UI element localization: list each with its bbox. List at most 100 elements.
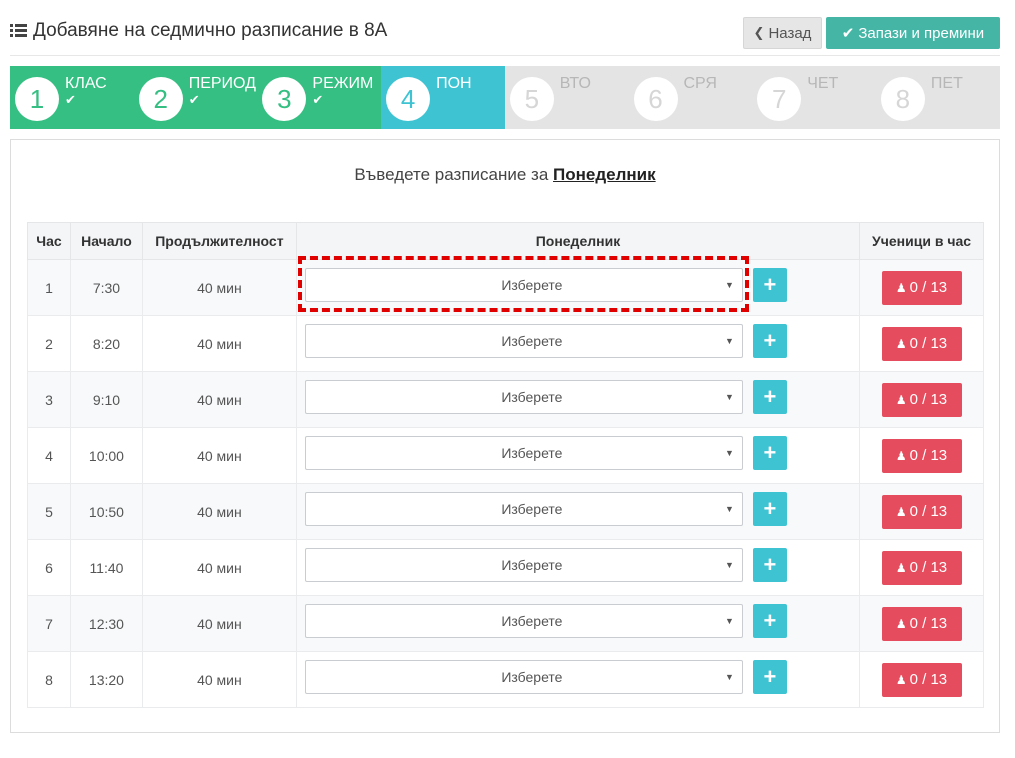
wizard-step-7[interactable]: 7 ЧЕТ: [752, 66, 876, 129]
wizard-step-4[interactable]: 4 ПОН: [381, 66, 506, 129]
cell-students: ♟ 0 / 13: [859, 259, 984, 316]
subject-select-placeholder: Изберете: [501, 613, 563, 629]
subject-select-placeholder: Изберете: [501, 277, 563, 293]
plus-icon: +: [763, 608, 777, 633]
cell-students: ♟ 0 / 13: [859, 483, 984, 540]
table-row: 4 10:00 40 мин Изберете ▼ + ♟ 0 / 13: [27, 427, 984, 484]
subject-select-placeholder: Изберете: [501, 501, 563, 517]
col-students-header: Ученици в час: [859, 222, 984, 260]
col-duration-header: Продължителност: [141, 222, 297, 260]
schedule-table: Час Начало Продължителност Понеделник Уч…: [27, 222, 984, 708]
instruction-prefix: Въведете разписание за: [354, 165, 549, 184]
chevron-left-icon: ❮: [753, 25, 765, 40]
col-day-header: Понеделник: [295, 222, 861, 260]
person-icon: ♟: [895, 448, 907, 463]
cell-hour: 5: [27, 483, 71, 540]
table-row: 1 7:30 40 мин Изберете ▼ + ♟ 0 / 13: [27, 259, 984, 316]
cell-hour: 8: [27, 651, 71, 708]
add-subject-button[interactable]: +: [752, 604, 787, 638]
add-subject-button[interactable]: +: [752, 268, 787, 302]
wizard-step-8[interactable]: 8 ПЕТ: [876, 66, 1000, 129]
students-button[interactable]: ♟ 0 / 13: [881, 662, 962, 697]
wizard-step-6[interactable]: 6 СРЯ: [629, 66, 753, 129]
cell-start: 13:20: [69, 651, 143, 708]
cell-duration: 40 мин: [141, 595, 297, 652]
wizard-step-5[interactable]: 5 ВТО: [505, 66, 629, 129]
students-button[interactable]: ♟ 0 / 13: [881, 326, 962, 361]
students-count: 0 / 13: [909, 335, 948, 352]
cell-start: 7:30: [69, 259, 143, 316]
wizard-step-1[interactable]: 1 КЛАС ✔: [10, 66, 134, 129]
check-icon: ✔: [188, 92, 200, 107]
subject-select[interactable]: Изберете ▼: [304, 492, 743, 526]
page-header: Добавяне на седмично разписание в 8А ❮ Н…: [10, 14, 1000, 56]
wizard-step-3[interactable]: 3 РЕЖИМ ✔: [257, 66, 382, 129]
cell-duration: 40 мин: [141, 651, 297, 708]
subject-select[interactable]: Изберете ▼: [304, 268, 743, 302]
students-button[interactable]: ♟ 0 / 13: [881, 494, 962, 529]
students-button[interactable]: ♟ 0 / 13: [881, 438, 962, 473]
instruction-day: Понеделник: [553, 165, 656, 184]
caret-down-icon: ▼: [724, 448, 734, 458]
subject-select-placeholder: Изберете: [501, 557, 563, 573]
person-icon: ♟: [895, 616, 907, 631]
plus-icon: +: [763, 664, 777, 689]
wizard-step-2[interactable]: 2 ПЕРИОД ✔: [133, 66, 258, 129]
add-subject-button[interactable]: +: [752, 548, 787, 582]
students-count: 0 / 13: [909, 615, 948, 632]
cell-subject: Изберете ▼ +: [295, 539, 861, 596]
students-button[interactable]: ♟ 0 / 13: [881, 270, 962, 305]
step-label: ПОН: [436, 75, 472, 92]
table-row: 5 10:50 40 мин Изберете ▼ + ♟ 0 / 13: [27, 483, 984, 540]
page-title: Добавяне на седмично разписание в 8А: [10, 20, 387, 42]
step-number: 2: [138, 77, 183, 121]
subject-select[interactable]: Изберете ▼: [304, 324, 743, 358]
cell-duration: 40 мин: [141, 483, 297, 540]
list-icon: [10, 24, 27, 38]
cell-start: 10:50: [69, 483, 143, 540]
save-and-continue-button[interactable]: ✔ Запази и премини: [826, 17, 1000, 49]
person-icon: ♟: [895, 560, 907, 575]
subject-select[interactable]: Изберете ▼: [304, 380, 743, 414]
students-count: 0 / 13: [909, 671, 948, 688]
students-button[interactable]: ♟ 0 / 13: [881, 550, 962, 585]
col-start-header: Начало: [69, 222, 143, 260]
table-row: 7 12:30 40 мин Изберете ▼ + ♟ 0 / 13: [27, 595, 984, 652]
step-label: СРЯ: [683, 75, 717, 92]
caret-down-icon: ▼: [724, 392, 734, 402]
caret-down-icon: ▼: [724, 672, 734, 682]
cell-start: 8:20: [69, 315, 143, 372]
plus-icon: +: [763, 328, 777, 353]
subject-select[interactable]: Изберете ▼: [304, 436, 743, 470]
add-subject-button[interactable]: +: [752, 436, 787, 470]
instruction-text: Въведете разписание за Понеделник: [11, 165, 999, 185]
students-button[interactable]: ♟ 0 / 13: [881, 382, 962, 417]
table-header-row: Час Начало Продължителност Понеделник Уч…: [27, 222, 984, 260]
back-button[interactable]: ❮ Назад: [743, 17, 822, 49]
cell-duration: 40 мин: [141, 427, 297, 484]
students-count: 0 / 13: [909, 559, 948, 576]
subject-select[interactable]: Изберете ▼: [304, 548, 743, 582]
add-subject-button[interactable]: +: [752, 492, 787, 526]
step-number: 1: [15, 77, 59, 121]
subject-select-placeholder: Изберете: [501, 389, 563, 405]
add-subject-button[interactable]: +: [752, 380, 787, 414]
students-count: 0 / 13: [909, 391, 948, 408]
cell-subject: Изберете ▼ +: [295, 427, 861, 484]
step-number: 7: [757, 77, 802, 121]
subject-select-placeholder: Изберете: [501, 333, 563, 349]
step-label: ЧЕТ: [807, 75, 839, 92]
check-icon: ✔: [312, 92, 324, 107]
subject-select[interactable]: Изберете ▼: [304, 660, 743, 694]
schedule-panel: Въведете разписание за Понеделник Час На…: [10, 139, 1000, 733]
plus-icon: +: [763, 384, 777, 409]
step-label: ВТО: [559, 75, 591, 92]
add-subject-button[interactable]: +: [752, 660, 787, 694]
person-icon: ♟: [895, 336, 907, 351]
subject-select[interactable]: Изберете ▼: [304, 604, 743, 638]
wizard-steps: 1 КЛАС ✔ 2 ПЕРИОД ✔ 3 РЕЖИМ ✔ 4 ПОН 5 ВТО 6 СРЯ 7 ЧЕТ 8 ПЕ…: [10, 66, 1000, 129]
person-icon: ♟: [895, 672, 907, 687]
add-subject-button[interactable]: +: [752, 324, 787, 358]
students-button[interactable]: ♟ 0 / 13: [881, 606, 962, 641]
plus-icon: +: [763, 272, 777, 297]
